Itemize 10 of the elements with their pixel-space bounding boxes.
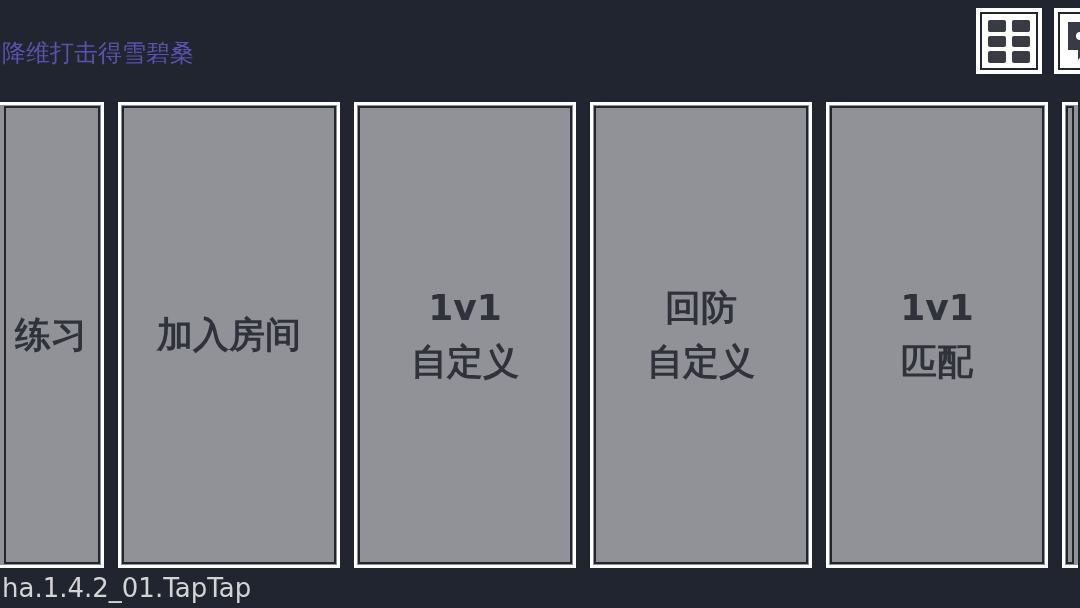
menu-card[interactable]: 1v1 自定义 (354, 102, 576, 568)
menu-card[interactable]: 练习 (0, 102, 104, 568)
menu-card[interactable]: 1v1 匹配 (826, 102, 1048, 568)
grid-icon (986, 18, 1032, 64)
player-name: 降维打击得雪碧桑 (2, 38, 194, 69)
menu-card[interactable]: 回防 自定义 (590, 102, 812, 568)
menu-button[interactable] (976, 8, 1042, 74)
menu-card[interactable] (1062, 102, 1078, 568)
version-text: ha.1.4.2_01.TapTap (2, 571, 252, 605)
menu-card[interactable]: 加入房间 (118, 102, 340, 568)
